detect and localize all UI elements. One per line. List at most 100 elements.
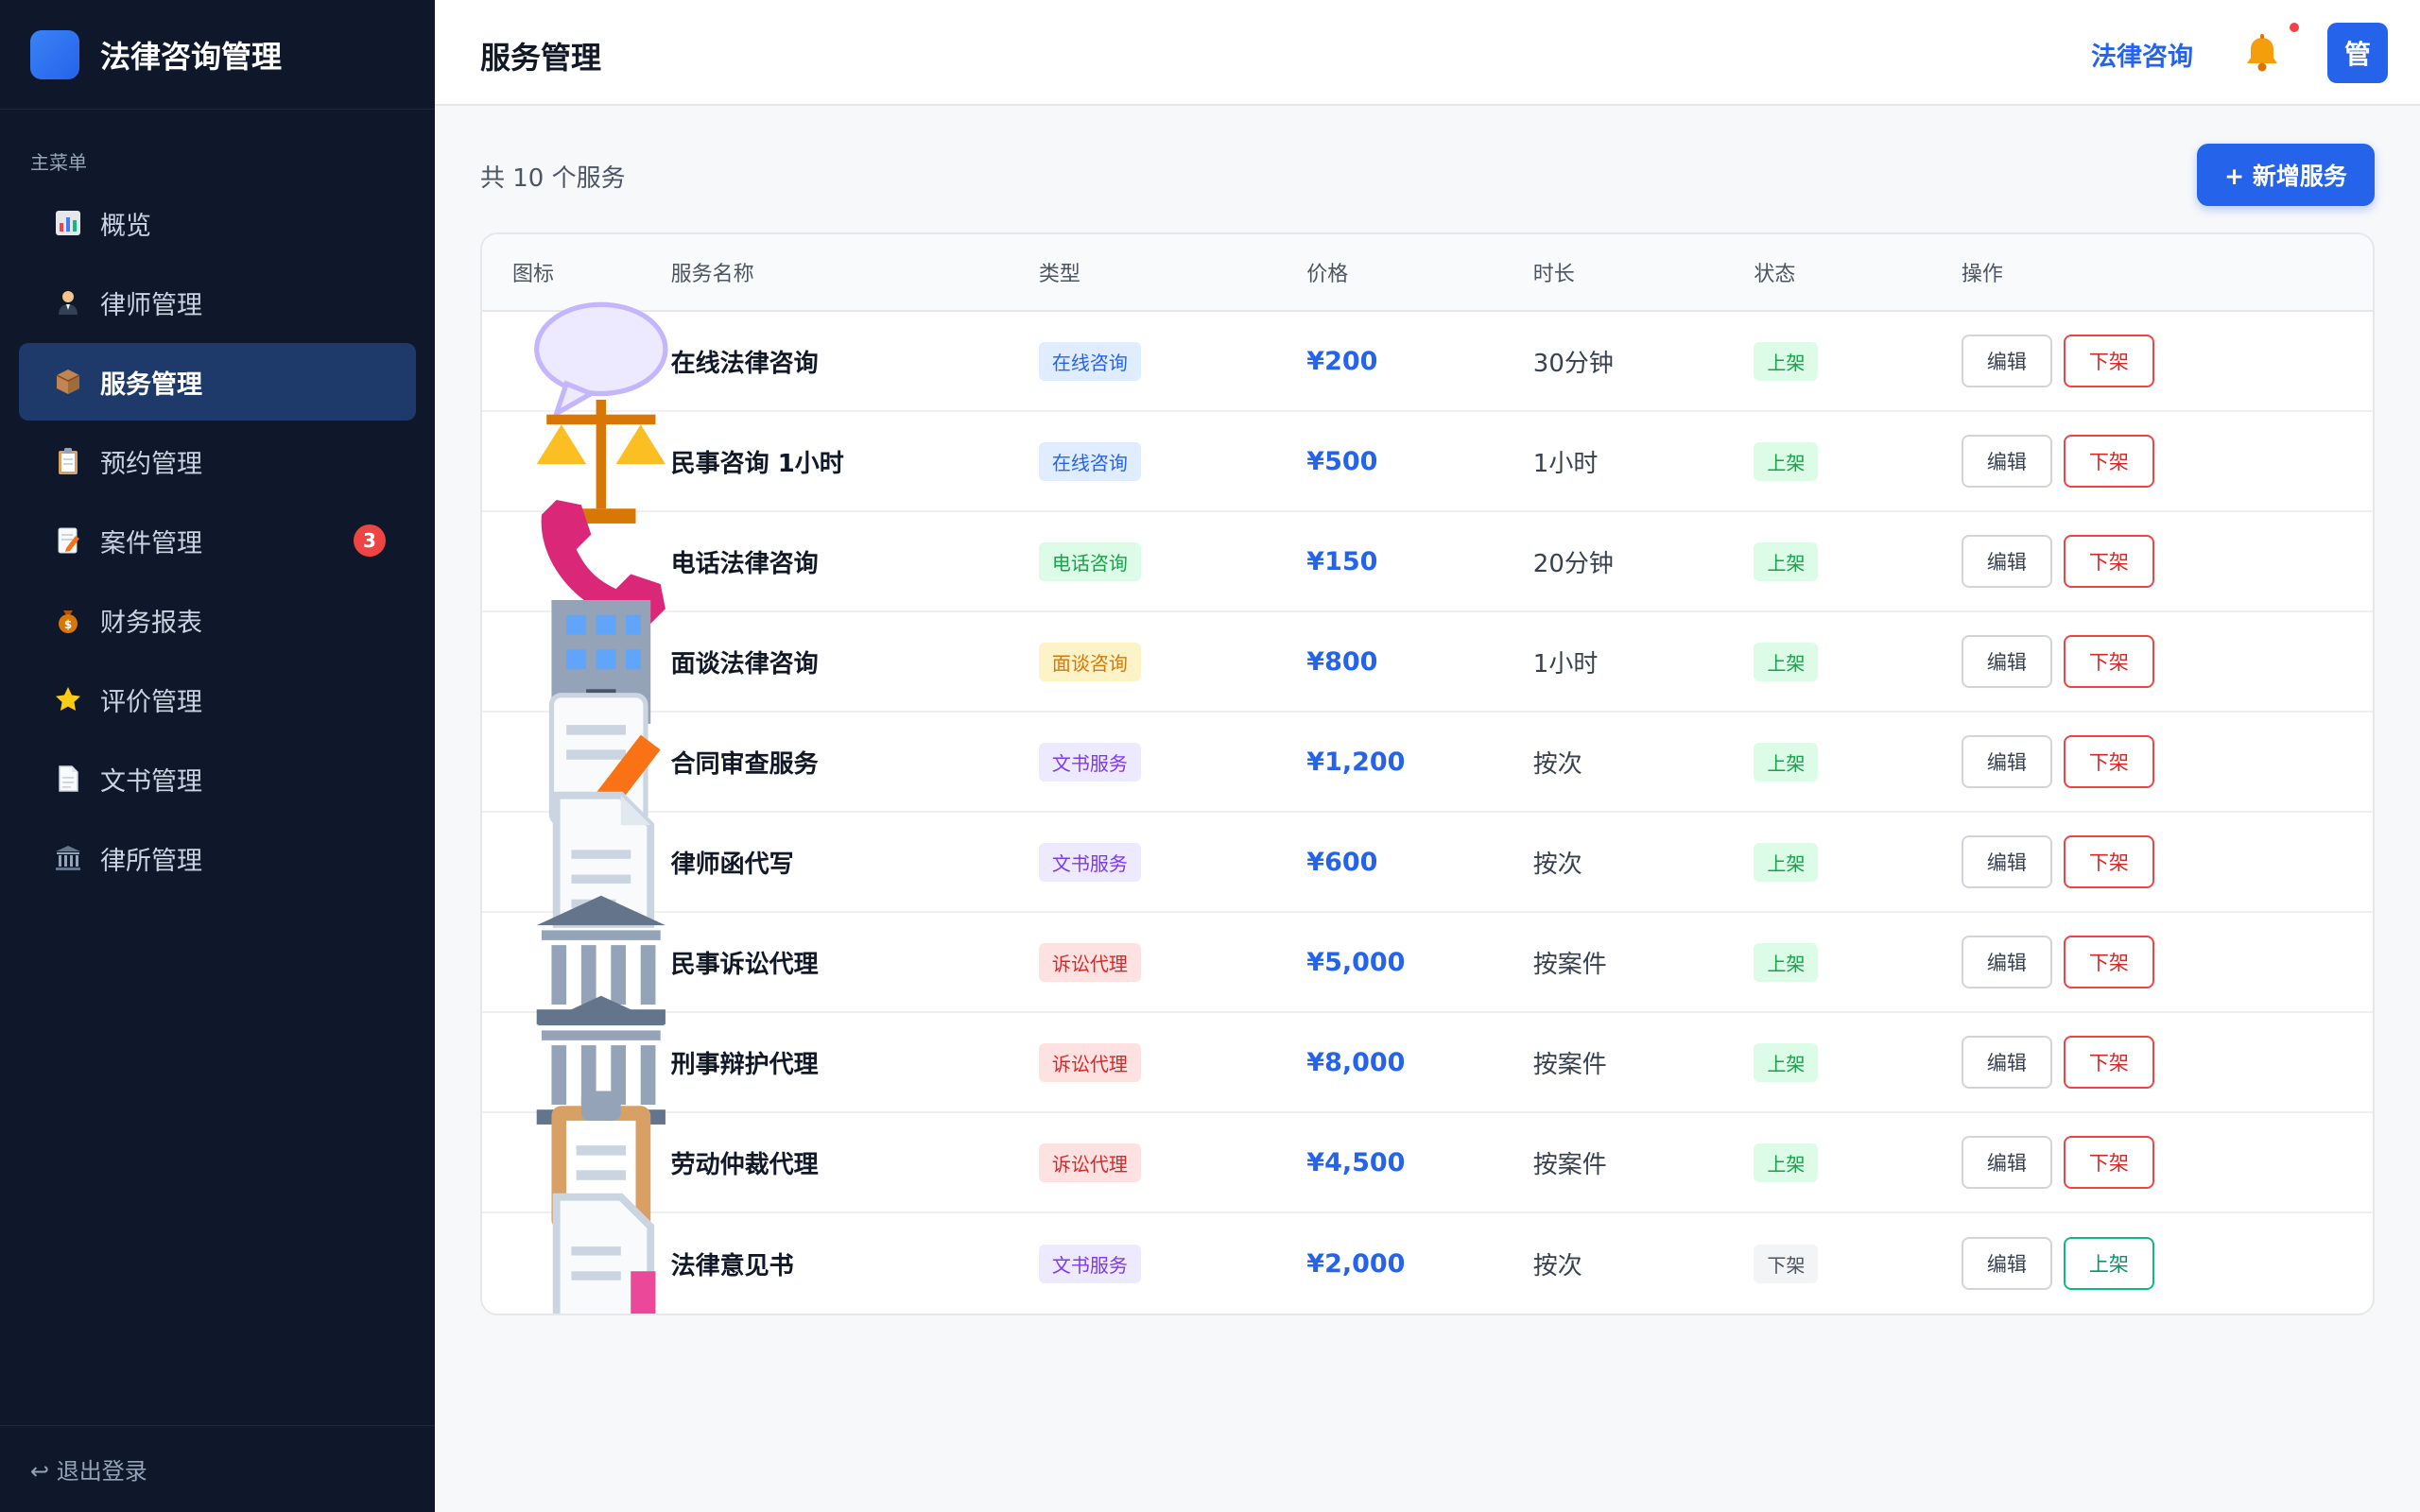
table-row: 劳动仲裁代理 诉讼代理 ¥4,500 按案件 上架 编辑 下架 — [482, 1091, 2373, 1230]
unpublish-button[interactable]: 下架 — [2063, 635, 2154, 688]
header-link[interactable]: 法律咨询 — [2091, 36, 2193, 73]
sidebar-item-0[interactable]: 概览 — [19, 184, 416, 262]
edit-button[interactable]: 编辑 — [1961, 735, 2052, 788]
sidebar-item-label: 案件管理 — [100, 528, 202, 558]
cell-name: 法律意见书 — [671, 1246, 1039, 1281]
column-header-type: 类型 — [1038, 263, 1080, 286]
service-price: ¥1,200 — [1306, 747, 1406, 777]
service-price: ¥8,000 — [1306, 1047, 1406, 1077]
cell-type: 诉讼代理 — [1038, 1042, 1306, 1082]
table-row: 面谈法律咨询 面谈咨询 ¥800 1小时 上架 编辑 下架 — [482, 600, 2373, 725]
type-tag: 诉讼代理 — [1038, 942, 1141, 982]
cell-status: 上架 — [1754, 1042, 1962, 1082]
cell-price: ¥1,200 — [1306, 747, 1533, 777]
unpublish-button[interactable]: 下架 — [2063, 1136, 2154, 1189]
type-tag: 文书服务 — [1038, 1244, 1141, 1283]
service-name: 律师函代写 — [670, 850, 794, 879]
service-price: ¥500 — [1306, 446, 1378, 476]
menu-caption: 主菜单 — [30, 151, 87, 174]
star-icon — [53, 684, 83, 714]
service-price: ¥600 — [1306, 847, 1378, 877]
edit-button[interactable]: 编辑 — [1961, 335, 2052, 387]
chart-icon — [53, 208, 83, 238]
cell-price: ¥500 — [1306, 447, 1533, 476]
status-badge: 下架 — [1754, 1244, 1819, 1283]
service-duration: 按次 — [1532, 749, 1582, 779]
avatar[interactable]: 管 — [2327, 23, 2388, 83]
cell-actions: 编辑 下架 — [1961, 335, 2373, 387]
column-header-duration: 时长 — [1532, 263, 1575, 286]
unpublish-button[interactable]: 下架 — [2063, 936, 2154, 988]
sidebar-item-6[interactable]: 评价管理 — [19, 661, 416, 738]
package-icon — [53, 367, 83, 397]
column-header-price: 价格 — [1306, 263, 1349, 286]
service-price: ¥5,000 — [1306, 947, 1406, 977]
cell-actions: 编辑 下架 — [1961, 735, 2373, 788]
status-badge: 上架 — [1754, 341, 1819, 381]
cell-name: 刑事辩护代理 — [671, 1045, 1039, 1080]
edit-button[interactable]: 编辑 — [1961, 1036, 2052, 1089]
table-row: 电话法律咨询 电话咨询 ¥150 20分钟 上架 编辑 下架 — [482, 500, 2373, 625]
cell-price: ¥2,000 — [1306, 1249, 1533, 1279]
edit-button[interactable]: 编辑 — [1961, 1136, 2052, 1189]
cell-status: 上架 — [1754, 441, 1962, 481]
moneybag-icon: $ — [53, 605, 83, 635]
publish-button[interactable]: 上架 — [2063, 1237, 2154, 1290]
cell-type: 在线咨询 — [1038, 341, 1306, 381]
table-header: 图标 服务名称 类型 价格 时长 状态 操作 — [482, 234, 2373, 312]
cell-status: 上架 — [1754, 942, 1962, 982]
service-price: ¥4,500 — [1306, 1147, 1406, 1177]
svg-text:$: $ — [64, 618, 72, 631]
cell-status: 上架 — [1754, 642, 1962, 681]
edit-button[interactable]: 编辑 — [1961, 435, 2052, 488]
status-badge: 上架 — [1754, 1143, 1819, 1182]
sidebar-item-4[interactable]: 案件管理 3 — [19, 502, 416, 579]
unpublish-button[interactable]: 下架 — [2063, 735, 2154, 788]
sidebar-item-2[interactable]: 服务管理 — [19, 343, 416, 421]
sidebar-item-1[interactable]: 律师管理 — [19, 264, 416, 341]
bell-icon[interactable] — [2240, 32, 2284, 76]
cell-price: ¥5,000 — [1306, 948, 1533, 977]
cell-actions: 编辑 上架 — [1961, 1237, 2373, 1290]
sidebar-menu: 概览 律师管理 服务管理 预约管理案件管理 3 $ 财务报表 评价管理 文书管理 律所管理 — [0, 184, 435, 897]
cell-duration: 按案件 — [1533, 1045, 1754, 1080]
unpublish-button[interactable]: 下架 — [2063, 1036, 2154, 1089]
case-count-badge: 3 — [354, 524, 386, 557]
service-duration: 按案件 — [1532, 950, 1607, 979]
top-header: 服务管理 法律咨询 管 — [435, 0, 2420, 106]
edit-button[interactable]: 编辑 — [1961, 635, 2052, 688]
service-name: 民事诉讼代理 — [670, 950, 819, 979]
status-badge: 上架 — [1754, 441, 1819, 481]
edit-button[interactable]: 编辑 — [1961, 835, 2052, 888]
cell-duration: 按案件 — [1533, 945, 1754, 980]
logout-button[interactable]: ↩ 退出登录 — [0, 1425, 435, 1512]
service-duration: 按案件 — [1532, 1150, 1607, 1179]
memo-icon — [53, 525, 83, 556]
unpublish-button[interactable]: 下架 — [2063, 435, 2154, 488]
unpublish-button[interactable]: 下架 — [2063, 835, 2154, 888]
document-icon — [53, 764, 83, 794]
unpublish-button[interactable]: 下架 — [2063, 335, 2154, 387]
table-row: 民事咨询 1小时 在线咨询 ¥500 1小时 上架 编辑 下架 — [482, 400, 2373, 524]
edit-button[interactable]: 编辑 — [1961, 936, 2052, 988]
column-header-status: 状态 — [1754, 263, 1796, 286]
type-tag: 在线咨询 — [1038, 441, 1141, 481]
sidebar-item-3[interactable]: 预约管理 — [19, 422, 416, 500]
cell-type: 诉讼代理 — [1038, 1143, 1306, 1182]
service-duration: 按次 — [1532, 1251, 1582, 1280]
status-badge: 上架 — [1754, 742, 1819, 782]
sidebar-item-5[interactable]: $ 财务报表 — [19, 581, 416, 659]
service-name: 劳动仲裁代理 — [670, 1150, 819, 1179]
sidebar-item-7[interactable]: 文书管理 — [19, 740, 416, 817]
cell-price: ¥4,500 — [1306, 1148, 1533, 1177]
unpublish-button[interactable]: 下架 — [2063, 535, 2154, 588]
status-badge: 上架 — [1754, 942, 1819, 982]
cell-name: 电话法律咨询 — [671, 544, 1039, 579]
edit-button[interactable]: 编辑 — [1961, 1237, 2052, 1290]
sidebar-item-8[interactable]: 律所管理 — [19, 819, 416, 897]
status-badge: 上架 — [1754, 1042, 1819, 1082]
edit-button[interactable]: 编辑 — [1961, 535, 2052, 588]
brand-logo — [30, 29, 79, 79]
service-name: 电话法律咨询 — [670, 549, 819, 578]
add-service-button[interactable]: + 新增服务 — [2197, 144, 2375, 206]
